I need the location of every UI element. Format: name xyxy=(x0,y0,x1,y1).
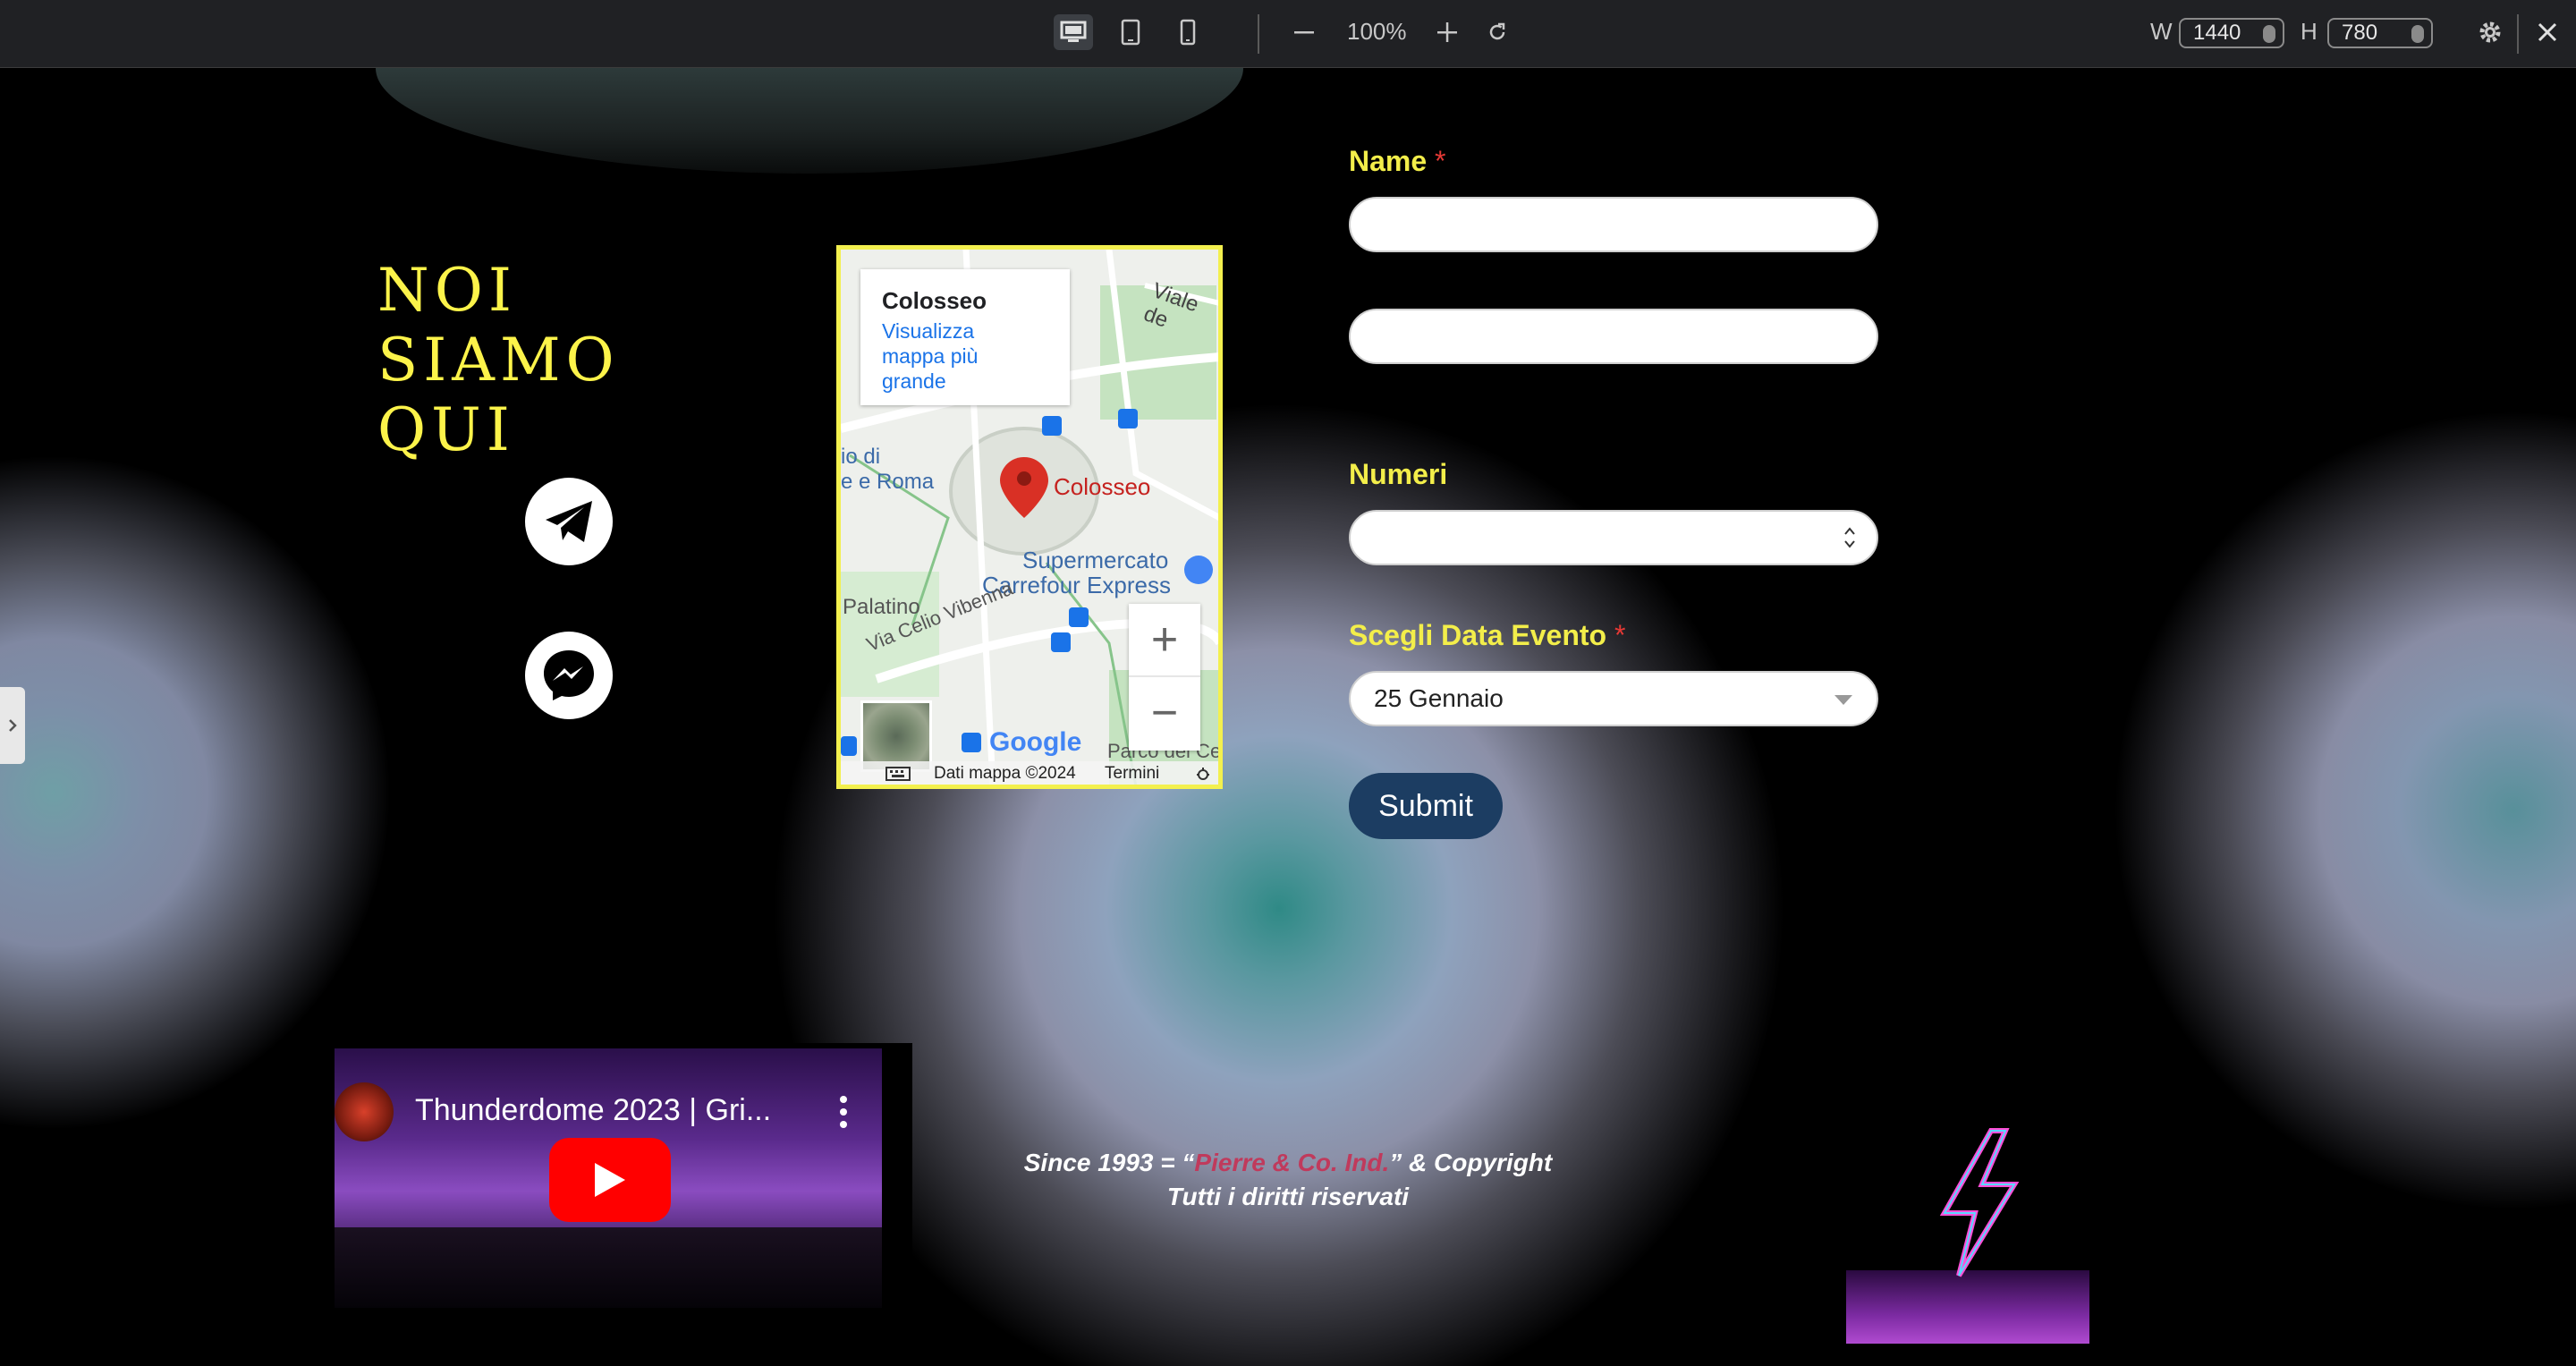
width-value: 1440 xyxy=(2193,21,2241,45)
page-viewport: NOI SIAMO QUI Colosseo Visualizza mappa … xyxy=(0,68,2576,1366)
messenger-icon xyxy=(544,650,594,700)
neon-floor-glow xyxy=(1846,1270,2089,1344)
map-zoom-out-button[interactable]: − xyxy=(1129,677,1200,749)
width-slider-handle[interactable] xyxy=(2263,25,2275,43)
google-map[interactable]: Colosseo Visualizza mappa più grande Via… xyxy=(836,245,1223,789)
map-pin-label: Colosseo xyxy=(1054,473,1151,500)
background-burst-left xyxy=(0,453,394,1133)
width-input[interactable]: 1440 xyxy=(2179,18,2284,48)
zoom-in-button[interactable] xyxy=(1428,14,1467,50)
background-burst-right xyxy=(2111,408,2576,1213)
numeri-label: Numeri xyxy=(1349,458,1448,490)
map-google-logo: Google xyxy=(989,727,1082,757)
number-spinner-icon[interactable] xyxy=(1843,523,1857,552)
more-options-icon[interactable] xyxy=(839,1095,848,1129)
footer-copyright: Since 1993 = “Pierre & Co. Ind.” & Copyr… xyxy=(948,1146,1628,1214)
event-date-select[interactable]: 25 Gennaio xyxy=(1349,671,1878,726)
toolbar-divider xyxy=(1258,14,1259,54)
bug-report-icon[interactable] xyxy=(1195,766,1211,782)
page-title: NOI SIAMO QUI xyxy=(377,256,753,465)
width-label: W xyxy=(2150,18,2173,45)
map-zoom-controls: + − xyxy=(1129,604,1200,751)
settings-button[interactable] xyxy=(2470,14,2510,50)
map-attribution-bar: Dati mappa ©2024 Termini xyxy=(841,761,1218,785)
title-line-1: NOI SIAMO xyxy=(377,256,620,395)
mobile-icon xyxy=(1180,19,1196,46)
desktop-view-button[interactable] xyxy=(1054,14,1093,50)
video-title[interactable]: Thunderdome 2023 | Gri... xyxy=(415,1093,771,1128)
reset-zoom-button[interactable] xyxy=(1478,14,1517,50)
minus-icon xyxy=(1294,31,1314,34)
telegram-icon xyxy=(546,501,592,542)
youtube-embed[interactable]: Thunderdome 2023 | Gri... xyxy=(335,1048,882,1308)
event-date-value: 25 Gennaio xyxy=(1374,684,1504,712)
telegram-link[interactable] xyxy=(525,478,613,565)
footer-line-1: Since 1993 = “Pierre & Co. Ind.” & Copyr… xyxy=(948,1146,1628,1180)
event-date-label: Scegli Data Evento * xyxy=(1349,619,1625,652)
mobile-view-button[interactable] xyxy=(1168,14,1208,50)
youtube-play-button[interactable] xyxy=(549,1138,671,1222)
plus-icon xyxy=(1437,22,1457,42)
map-attribution: Dati mappa ©2024 xyxy=(934,764,1076,783)
hero-image-bottom xyxy=(376,68,1243,174)
responsive-toolbar: 100% W 1440 H 780 xyxy=(0,0,2576,68)
desktop-icon xyxy=(1060,21,1087,42)
footer-line-1-pre: Since 1993 = “ xyxy=(1023,1149,1195,1176)
map-larger-link[interactable]: Visualizza mappa più grande xyxy=(882,318,1048,394)
title-line-2: QUI xyxy=(377,395,515,464)
map-terms-link[interactable]: Termini xyxy=(1105,761,1159,785)
keyboard-icon[interactable] xyxy=(886,767,911,781)
zoom-out-button[interactable] xyxy=(1284,14,1324,50)
map-poi-supermarket-1: Supermercato xyxy=(1022,547,1169,573)
zoom-level: 100% xyxy=(1347,18,1407,45)
refresh-icon xyxy=(1489,22,1505,40)
map-zoom-in-button[interactable]: + xyxy=(1129,604,1200,677)
gear-icon xyxy=(2479,21,2501,43)
footer-line-1-post: ” & Copyright xyxy=(1389,1149,1553,1176)
chevron-right-icon xyxy=(9,719,17,732)
footer-brand: Pierre & Co. Ind. xyxy=(1194,1149,1390,1176)
last-name-field[interactable] xyxy=(1349,309,1878,364)
first-name-field[interactable] xyxy=(1349,197,1878,252)
height-value: 780 xyxy=(2342,21,2378,45)
map-place-title: Colosseo xyxy=(882,287,987,314)
name-label-text: Name xyxy=(1349,145,1428,177)
required-mark: * xyxy=(1435,145,1446,177)
neon-lightning-logo xyxy=(1846,1118,2089,1344)
map-link-line-1: Visualizza xyxy=(882,319,975,343)
close-button[interactable] xyxy=(2528,14,2567,50)
numeri-input[interactable] xyxy=(1349,510,1878,565)
map-label-roma-2: e e Roma xyxy=(841,470,935,494)
tablet-icon xyxy=(1121,19,1140,46)
map-label-roma-1: io di xyxy=(841,445,881,469)
required-mark-date: * xyxy=(1614,619,1626,651)
toolbar-divider-right xyxy=(2517,14,2519,54)
messenger-link[interactable] xyxy=(525,632,613,719)
dropdown-arrow-icon xyxy=(1835,695,1852,705)
height-input[interactable]: 780 xyxy=(2327,18,2433,48)
lightning-icon xyxy=(1939,1128,2020,1277)
map-link-line-2: mappa più xyxy=(882,344,979,368)
name-label: Name * xyxy=(1349,145,1446,178)
tablet-view-button[interactable] xyxy=(1111,14,1150,50)
dj-booth xyxy=(335,1227,882,1308)
play-icon xyxy=(595,1163,625,1197)
side-panel-toggle[interactable] xyxy=(0,687,25,764)
height-label: H xyxy=(2301,18,2318,45)
close-icon xyxy=(2538,22,2557,42)
footer-line-2: Tutti i diritti riservati xyxy=(1166,1183,1410,1210)
height-slider-handle[interactable] xyxy=(2411,25,2424,43)
submit-button[interactable]: Submit xyxy=(1349,773,1503,839)
map-info-card: Colosseo Visualizza mappa più grande xyxy=(860,269,1070,405)
map-link-line-3: grande xyxy=(882,369,946,393)
channel-avatar[interactable] xyxy=(335,1082,394,1141)
event-date-label-text: Scegli Data Evento xyxy=(1349,619,1607,651)
